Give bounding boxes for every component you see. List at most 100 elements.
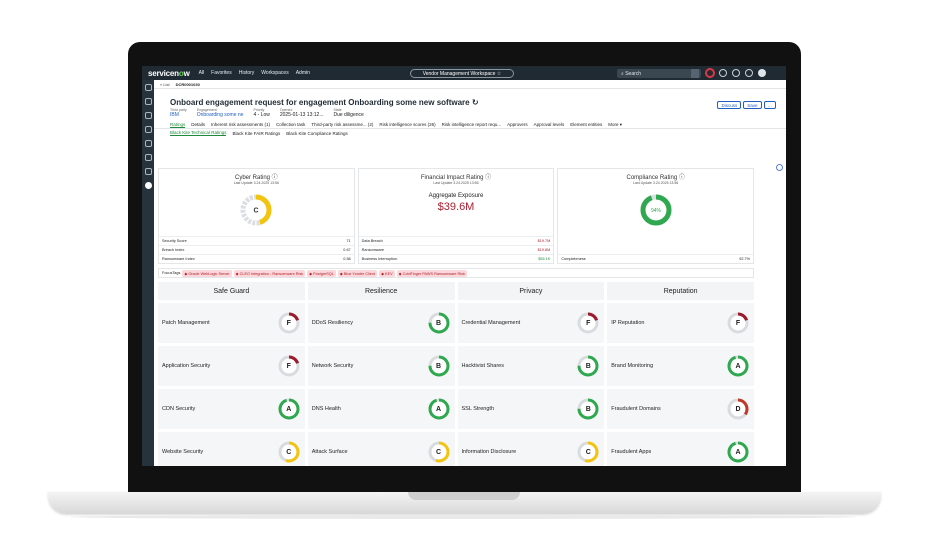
metric-value: 0.67	[343, 248, 351, 252]
meta-value[interactable]: Onboarding some ne	[197, 112, 244, 118]
global-search-input[interactable]: ⌕ Search	[617, 69, 701, 78]
grade-badge: C	[278, 441, 300, 463]
category-header-reputation: Reputation	[607, 282, 754, 300]
risk-item-dns-health[interactable]: DNS Health A	[307, 389, 455, 429]
risk-item-ip-reputation[interactable]: IP Reputation F	[607, 303, 754, 343]
risk-item-cdn-security[interactable]: CDN Security A	[158, 389, 305, 429]
focus-tag-oracle-weblogic-server[interactable]: Oracle WebLogic Server	[182, 269, 232, 277]
chart-icon[interactable]	[144, 168, 152, 175]
tab-details[interactable]: Details	[191, 122, 205, 127]
user-avatar[interactable]	[758, 69, 766, 77]
risk-item-network-security[interactable]: Network Security B	[307, 346, 455, 386]
risk-item-ddos-resiliency[interactable]: DDoS Resiliency B	[307, 303, 455, 343]
back-to-list-link[interactable]: « List	[160, 82, 170, 87]
check-icon[interactable]	[144, 154, 152, 161]
focus-tag-blue-yonder-client[interactable]: Blue Yonder Client	[337, 269, 378, 277]
risk-item-credential-management[interactable]: Credential Management F	[457, 303, 605, 343]
chat-icon[interactable]	[719, 69, 727, 77]
home-icon[interactable]	[144, 84, 152, 91]
risk-item-patch-management[interactable]: Patch Management F	[158, 303, 305, 343]
nav-history[interactable]: History	[239, 70, 255, 76]
focus-tag-postgresql[interactable]: PostgreSQL	[307, 269, 336, 277]
focus-tags-bar: FocusTags Oracle WebLogic ServerCLEO Int…	[158, 268, 754, 278]
risk-item-website-security[interactable]: Website Security C	[158, 432, 305, 466]
metric-label: Ransomware Index	[162, 257, 195, 261]
metric-value: $55.1K	[538, 257, 551, 261]
subtab-black-kite-compliance-ratings[interactable]: Black Kite Compliance Ratings	[286, 131, 348, 136]
tab-third-party-risk-assessme-2[interactable]: Third-party risk assessme... (2)	[311, 122, 373, 127]
search-scope-dropdown[interactable]	[691, 69, 699, 78]
subtab-black-kite-fair-ratings[interactable]: Black Kite FAIR Ratings	[232, 131, 280, 136]
menu-icon[interactable]	[144, 182, 152, 189]
risk-item-label: CDN Security	[162, 406, 196, 412]
subtab-black-kite-technical-ratings[interactable]: Black Kite Technical Ratings	[170, 130, 227, 136]
risk-item-ssl-strength[interactable]: SSL Strength B	[457, 389, 605, 429]
risk-item-fraudulent-domains[interactable]: Fraudulent Domains D	[607, 389, 754, 429]
nav-all[interactable]: All	[199, 70, 205, 76]
financial-impact-title: Financial Impact Rating ⓘ	[420, 175, 492, 181]
tab-element-entities[interactable]: Element entities	[570, 122, 602, 127]
tab-approval-levels[interactable]: Approval levels	[534, 122, 565, 127]
risk-item-fraudulent-apps[interactable]: Fraudulent Apps A	[607, 432, 754, 466]
metric-row: Data Breach $19.7M	[358, 236, 554, 245]
risk-item-attack-surface[interactable]: Attack Surface C	[307, 432, 455, 466]
nav-admin[interactable]: Admin	[296, 70, 310, 76]
workspace-switcher[interactable]: Vendor Management Workspace ☆	[410, 69, 514, 78]
servicenow-logo[interactable]: servicenow	[148, 69, 190, 78]
tab-more[interactable]: More ▾	[608, 122, 622, 128]
risk-item-label: Brand Monitoring	[611, 363, 654, 369]
risk-item-label: Credential Management	[461, 320, 521, 326]
grade-letter: B	[435, 362, 442, 370]
compliance-rating-card: Compliance Rating ⓘ Last Update 3.24.202…	[557, 168, 755, 264]
history-icon[interactable]: ↻	[472, 98, 479, 107]
help-icon[interactable]	[732, 69, 740, 77]
tab-inherent-risk-assessments-1[interactable]: Inherent risk assessments (1)	[211, 122, 270, 127]
risk-item-label: Hacktivist Shares	[461, 363, 505, 369]
grade-letter: B	[435, 319, 442, 327]
grade-badge: C	[577, 441, 599, 463]
tab-approvers[interactable]: Approvers	[507, 122, 528, 127]
tab-risk-intelligence-scores-26[interactable]: Risk intelligence scores (26)	[379, 122, 435, 127]
save-button[interactable]: Save	[743, 101, 762, 109]
refresh-icon[interactable]	[144, 112, 152, 119]
metric-value: $19.8M	[537, 248, 551, 252]
discuss-button[interactable]: Discuss	[717, 101, 742, 109]
tab-collection-task[interactable]: Collection task	[276, 122, 305, 127]
scope-icon[interactable]	[706, 69, 714, 77]
target-icon[interactable]	[144, 140, 152, 147]
cyber-rating-gauge: C	[239, 193, 273, 229]
side-panel-toggle-icon[interactable]	[776, 164, 783, 171]
metric-label: Business Interruption	[361, 257, 398, 261]
grade-badge: A	[727, 441, 749, 463]
focus-tag-cleo-integration-ransomware-risk[interactable]: CLEO Integration - Ransomware Risk	[233, 269, 306, 277]
risk-item-information-disclosure[interactable]: Information Disclosure C	[457, 432, 605, 466]
metric-row: Security Score 71	[159, 236, 354, 245]
meta-value[interactable]: IBM	[170, 112, 187, 118]
metric-value: 92.7%	[739, 257, 751, 261]
focus-tag-coldfinger-paws-ransomware-risk[interactable]: ColdFinger PAWS Ransomware Risk	[396, 269, 467, 277]
metric-value: 71	[346, 239, 351, 243]
tab-ratings[interactable]: Ratings	[170, 122, 186, 128]
cyber-grade: C	[254, 208, 259, 215]
more-actions-button[interactable]: …	[763, 101, 776, 109]
tab-risk-intelligence-report-requ[interactable]: Risk intelligence report requ...	[442, 122, 502, 127]
list-icon[interactable]	[144, 98, 152, 105]
meta-field-state: State Due diligence	[334, 108, 364, 118]
nav-workspaces[interactable]: Workspaces	[261, 70, 288, 76]
risk-item-hacktivist-shares[interactable]: Hacktivist Shares B	[457, 346, 605, 386]
risk-item-label: DNS Health	[311, 406, 341, 412]
risk-item-application-security[interactable]: Application Security F	[158, 346, 305, 386]
notification-bell-icon[interactable]	[745, 69, 753, 77]
shield-icon[interactable]	[144, 126, 152, 133]
left-rail	[142, 80, 154, 466]
metric-value: $19.7M	[537, 239, 551, 243]
meta-value: 4 - Low	[253, 112, 270, 118]
grade-badge: F	[278, 355, 300, 377]
focus-tag-kev[interactable]: KEV	[379, 269, 395, 277]
risk-item-label: Attack Surface	[311, 449, 348, 455]
nav-favorites[interactable]: Favorites	[211, 70, 232, 76]
laptop-notch	[408, 492, 520, 500]
header-icons	[706, 69, 766, 77]
risk-item-brand-monitoring[interactable]: Brand Monitoring A	[607, 346, 754, 386]
rating-cards: Cyber Rating ⓘ Last Update 3.24.2025 13:…	[158, 168, 755, 264]
